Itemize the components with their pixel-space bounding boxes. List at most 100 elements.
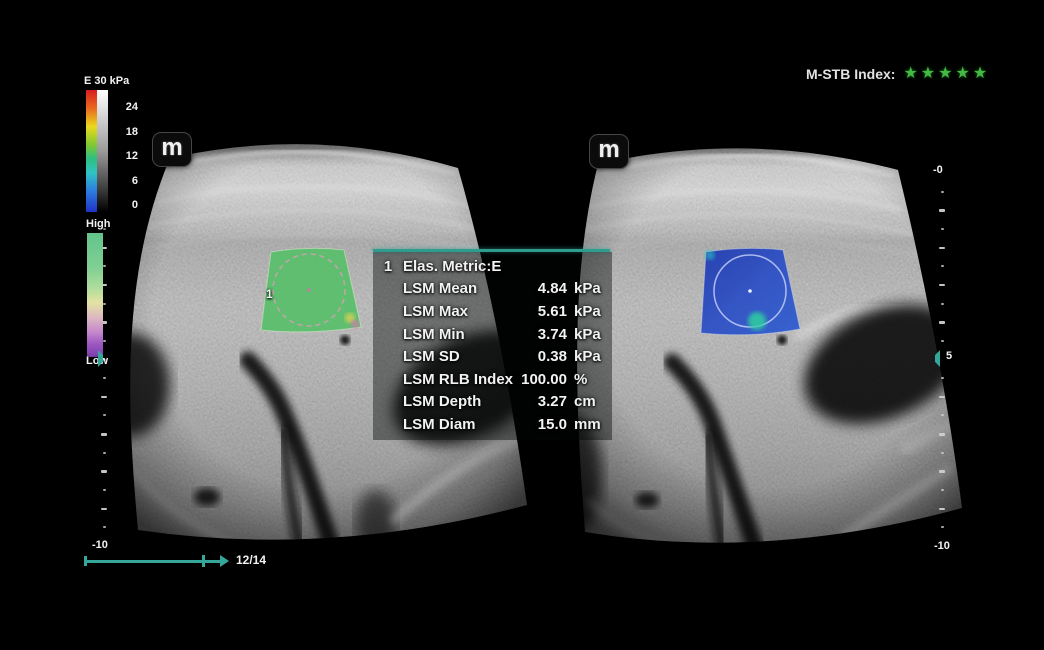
ruler-tick: [103, 377, 106, 379]
mindray-logo-letter: m: [161, 136, 182, 160]
cine-arrow-icon: [220, 555, 229, 567]
scale-tick: 12: [108, 150, 138, 162]
roi-center-dot: [307, 288, 311, 292]
measurement-row: LSM Max 5.61 kPa: [373, 300, 612, 323]
mindray-logo: m: [589, 134, 629, 169]
ruler-tick: [101, 396, 107, 399]
star-icon: ★: [973, 66, 987, 82]
scale-tick: 18: [108, 126, 138, 138]
rlb-color-bar: [87, 233, 103, 357]
ruler-tick: [103, 303, 106, 305]
cine-scrollbar[interactable]: [82, 552, 282, 572]
measurement-label: LSM Diam: [373, 416, 538, 433]
measurement-label: LSM Mean: [373, 280, 538, 297]
mstb-index: M-STB Index: ★ ★ ★ ★ ★: [806, 66, 987, 82]
ruler-tick: [939, 470, 945, 473]
ruler-tick: [103, 452, 106, 454]
mstb-star-rating: ★ ★ ★ ★ ★: [903, 66, 987, 82]
grayscale-gradient: [97, 90, 108, 212]
ruler-tick: [939, 433, 945, 436]
ruler-tick: [101, 470, 107, 473]
scale-tick: 0: [108, 199, 138, 211]
ruler-tick: [941, 377, 944, 379]
elasticity-gradient: [86, 90, 97, 212]
shadow-dot: [340, 335, 350, 345]
ruler-tick: [939, 508, 945, 511]
ultrasound-screen: E 30 kPa 24 18 12 6 0 High Low -0 -10 -0…: [0, 0, 1044, 650]
measurement-unit: kPa: [574, 303, 608, 320]
left-ruler-ten: -10: [92, 539, 108, 551]
measurement-label: LSM Max: [373, 303, 538, 320]
measurement-label: LSM Depth: [373, 393, 538, 410]
measurement-unit: mm: [574, 416, 608, 433]
star-icon: ★: [938, 66, 952, 82]
measurement-value: 3.27: [538, 393, 567, 410]
measurement-title-row: 1 Elas. Metric:E: [373, 255, 612, 278]
measurement-row: LSM Min 3.74 kPa: [373, 323, 612, 346]
elasticity-color-bar: [86, 90, 108, 212]
ruler-tick: [941, 414, 944, 416]
roi-artifact-spot: [705, 250, 715, 260]
star-icon: ★: [955, 66, 969, 82]
measurement-row: LSM Diam 15.0 mm: [373, 413, 612, 436]
ruler-tick: [103, 414, 106, 416]
elasticity-scale-title: E 30 kPa: [84, 75, 129, 87]
ruler-tick: [941, 303, 944, 305]
right-ruler-zero: -0: [933, 164, 943, 176]
ruler-tick: [941, 228, 944, 230]
ruler-tick: [939, 321, 945, 324]
star-icon: ★: [903, 66, 917, 82]
ruler-tick: [103, 526, 106, 528]
measurement-value: 15.0: [538, 416, 567, 433]
roi-center-dot: [748, 289, 752, 293]
measurement-label: LSM SD: [373, 348, 538, 365]
cine-position-marker[interactable]: [202, 555, 205, 567]
measurement-row: LSM RLB Index 100.00 %: [373, 368, 612, 391]
measurement-value: 4.84: [538, 280, 567, 297]
measurement-row: LSM Depth 3.27 cm: [373, 391, 612, 414]
measurement-label: LSM Min: [373, 326, 538, 343]
measurement-value: 100.00: [521, 371, 567, 388]
right-ruler-five: 5: [946, 350, 952, 362]
roi-number-label: 1: [266, 287, 273, 301]
scale-tick: 24: [108, 101, 138, 113]
scale-tick: 6: [108, 175, 138, 187]
ruler-tick: [103, 489, 106, 491]
measurement-row: LSM SD 0.38 kPa: [373, 345, 612, 368]
right-ruler-ten: -10: [934, 540, 950, 552]
measurement-results-panel: 1 Elas. Metric:E LSM Mean 4.84 kPa LSM M…: [373, 249, 612, 440]
elasto-roi-2[interactable]: [701, 248, 800, 345]
ruler-tick: [939, 209, 945, 212]
ruler-tick: [101, 508, 107, 511]
measurement-unit: cm: [574, 393, 608, 410]
mstb-label: M-STB Index:: [806, 66, 895, 82]
right-depth-ruler: [939, 0, 949, 650]
measurement-unit: kPa: [574, 326, 608, 343]
ruler-tick: [101, 433, 107, 436]
measurement-label: LSM RLB Index: [373, 371, 521, 388]
measurement-value: 3.74: [538, 326, 567, 343]
roi-artifact-spot: [351, 320, 359, 328]
ruler-tick: [941, 265, 944, 267]
ruler-tick: [939, 284, 945, 287]
mindray-logo: m: [152, 132, 192, 167]
ruler-tick: [103, 265, 106, 267]
measurement-value: 5.61: [538, 303, 567, 320]
measurement-index: 1: [373, 258, 403, 275]
ruler-tick: [103, 340, 106, 342]
measurement-unit: %: [574, 371, 608, 388]
measurement-title: Elas. Metric:E: [403, 258, 608, 275]
measurement-value: 0.38: [538, 348, 567, 365]
shadow-dot: [777, 335, 787, 345]
ruler-tick: [941, 489, 944, 491]
rlb-low-label: Low: [86, 355, 108, 367]
ruler-tick: [941, 452, 944, 454]
measurement-unit: kPa: [574, 348, 608, 365]
measurement-row: LSM Mean 4.84 kPa: [373, 278, 612, 301]
ruler-tick: [941, 526, 944, 528]
ruler-tick: [941, 191, 944, 193]
mindray-logo-letter: m: [598, 138, 619, 162]
measurement-unit: kPa: [574, 280, 608, 297]
roi-artifact-spot: [748, 312, 766, 330]
ruler-tick: [939, 396, 945, 399]
